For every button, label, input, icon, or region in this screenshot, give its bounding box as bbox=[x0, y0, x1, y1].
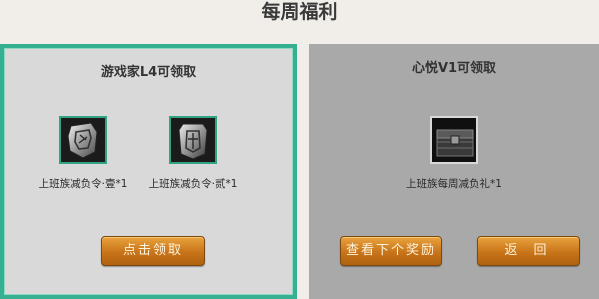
silver-shield-token-icon bbox=[169, 116, 217, 164]
next-reward-button[interactable]: 查看下个奖励 bbox=[340, 236, 442, 266]
reward-item-1[interactable]: 上班族减负令·壹*1 bbox=[28, 116, 138, 191]
gift-chest-icon bbox=[430, 116, 478, 164]
reward-item-label: 上班族每周减负礼*1 bbox=[406, 178, 502, 190]
silver-token-icon bbox=[59, 116, 107, 164]
reward-item-label: 上班族减负令·壹*1 bbox=[38, 178, 128, 190]
back-button[interactable]: 返 回 bbox=[477, 236, 580, 266]
panel-title-l4: 游戏家L4可领取 bbox=[100, 65, 197, 80]
reward-item-3[interactable]: 上班族每周减负礼*1 bbox=[399, 116, 509, 191]
claim-button[interactable]: 点击领取 bbox=[101, 236, 205, 266]
reward-item-2[interactable]: 上班族减负令·贰*1 bbox=[138, 116, 248, 191]
reward-panel-v1: 心悦V1可领取 上班族每周减负礼*1 查看下个奖励 返 回 bbox=[309, 44, 599, 299]
reward-item-label: 上班族减负令·贰*1 bbox=[148, 178, 238, 190]
page-title: 每周福利 bbox=[261, 1, 338, 23]
reward-panel-l4: 游戏家L4可领取 上班族减负令·壹*1 上班族减负令·贰*1 点击领取 bbox=[0, 44, 297, 299]
panel-title-v1: 心悦V1可领取 bbox=[411, 61, 497, 76]
